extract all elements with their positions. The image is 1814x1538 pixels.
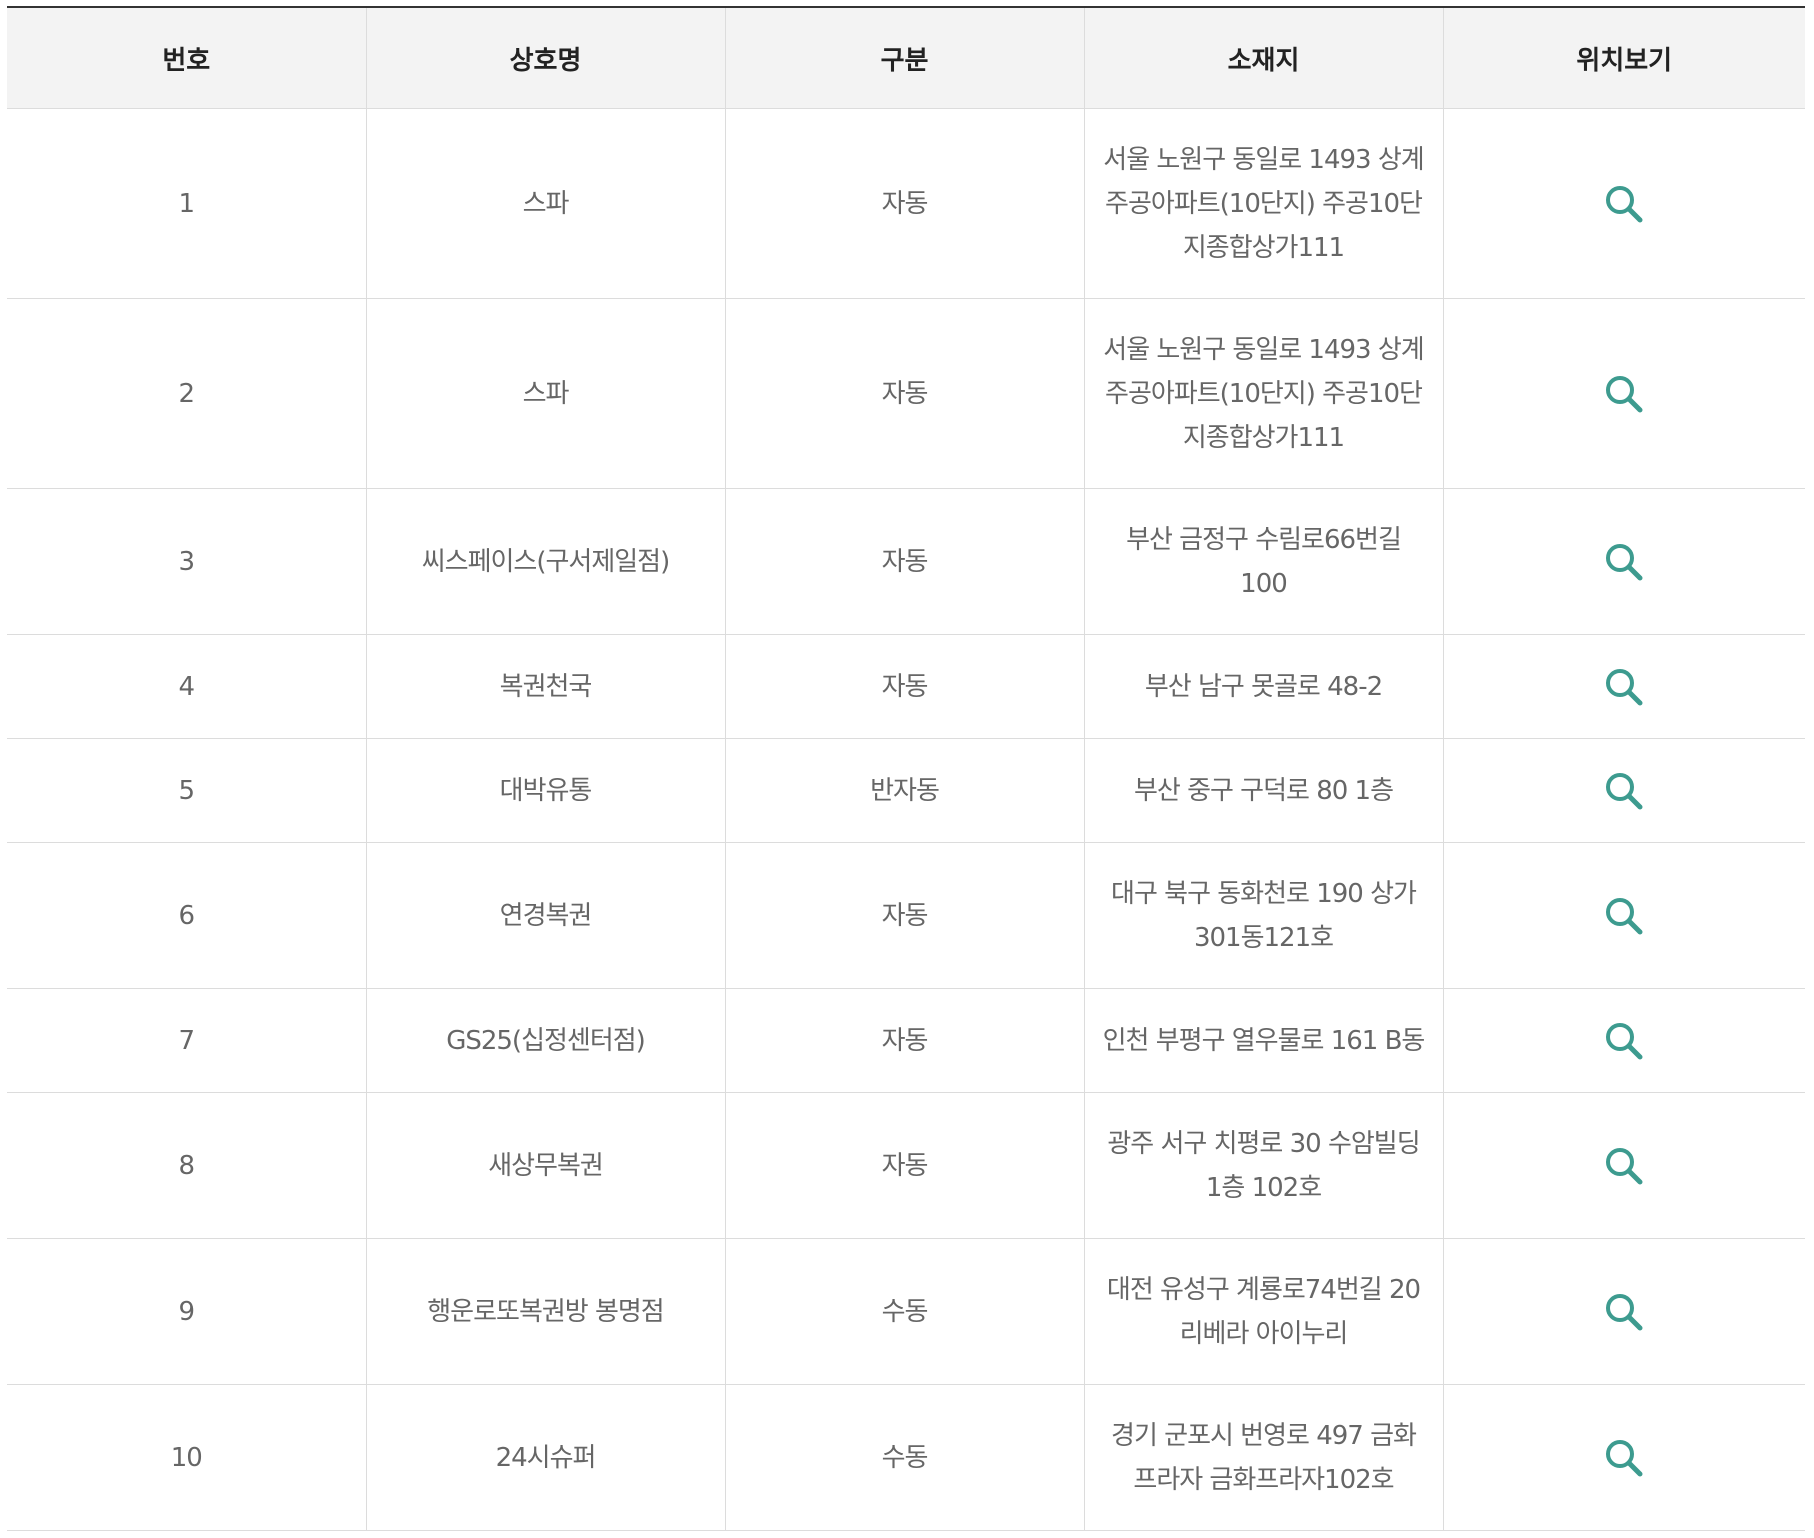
cell-location <box>1443 298 1805 489</box>
cell-location <box>1443 634 1805 739</box>
header-address: 소재지 <box>1084 7 1444 109</box>
search-icon <box>1606 772 1643 810</box>
search-icon <box>1606 1147 1643 1185</box>
view-location-button[interactable] <box>1602 769 1646 813</box>
cell-store-name: 스파 <box>366 298 726 489</box>
search-icon <box>1606 668 1643 706</box>
view-location-button[interactable] <box>1602 1290 1646 1334</box>
cell-store-name: 행운로또복권방 봉명점 <box>366 1238 726 1385</box>
cell-location <box>1443 1092 1805 1239</box>
store-list: 번호 상호명 구분 소재지 위치보기 1 스파 자동 서울 노원구 동일로 14… <box>7 6 1805 1531</box>
cell-location <box>1443 488 1805 635</box>
cell-type: 반자동 <box>725 738 1085 843</box>
cell-number: 3 <box>7 488 367 635</box>
cell-type: 자동 <box>725 634 1085 739</box>
cell-address: 경기 군포시 번영로 497 금화프라자 금화프라자102호 <box>1084 1384 1444 1531</box>
cell-type: 자동 <box>725 108 1085 299</box>
table-row: 7 GS25(십정센터점) 자동 인천 부평구 열우물로 161 B동 <box>7 988 1805 1093</box>
cell-location <box>1443 108 1805 299</box>
table-row: 1 스파 자동 서울 노원구 동일로 1493 상계주공아파트(10단지) 주공… <box>7 108 1805 299</box>
cell-number: 6 <box>7 842 367 989</box>
cell-location <box>1443 1238 1805 1385</box>
header-row: 번호 상호명 구분 소재지 위치보기 <box>7 7 1805 109</box>
cell-address: 부산 중구 구덕로 80 1층 <box>1084 738 1444 843</box>
cell-store-name: 씨스페이스(구서제일점) <box>366 488 726 635</box>
cell-store-name: 연경복권 <box>366 842 726 989</box>
cell-location <box>1443 842 1805 989</box>
store-table: 번호 상호명 구분 소재지 위치보기 1 스파 자동 서울 노원구 동일로 14… <box>7 6 1805 1531</box>
table-row: 4 복권천국 자동 부산 남구 못골로 48-2 <box>7 634 1805 739</box>
cell-address: 서울 노원구 동일로 1493 상계주공아파트(10단지) 주공10단지종합상가… <box>1084 298 1444 489</box>
table-row: 9 행운로또복권방 봉명점 수동 대전 유성구 계룡로74번길 20 리베라 아… <box>7 1238 1805 1385</box>
cell-number: 9 <box>7 1238 367 1385</box>
cell-location <box>1443 988 1805 1093</box>
cell-address: 광주 서구 치평로 30 수암빌딩 1층 102호 <box>1084 1092 1444 1239</box>
cell-location <box>1443 1384 1805 1531</box>
header-number: 번호 <box>7 7 367 109</box>
table-row: 5 대박유통 반자동 부산 중구 구덕로 80 1층 <box>7 738 1805 843</box>
cell-type: 수동 <box>725 1384 1085 1531</box>
search-icon <box>1606 1439 1643 1477</box>
view-location-button[interactable] <box>1602 540 1646 584</box>
cell-address: 대구 북구 동화천로 190 상가301동121호 <box>1084 842 1444 989</box>
cell-type: 수동 <box>725 1238 1085 1385</box>
view-location-button[interactable] <box>1602 372 1646 416</box>
header-type: 구분 <box>725 7 1085 109</box>
search-icon <box>1606 897 1643 935</box>
header-store-name: 상호명 <box>366 7 726 109</box>
table-header: 번호 상호명 구분 소재지 위치보기 <box>7 7 1805 109</box>
cell-type: 자동 <box>725 1092 1085 1239</box>
cell-number: 10 <box>7 1384 367 1531</box>
cell-address: 대전 유성구 계룡로74번길 20 리베라 아이누리 <box>1084 1238 1444 1385</box>
cell-store-name: 24시슈퍼 <box>366 1384 726 1531</box>
table-row: 2 스파 자동 서울 노원구 동일로 1493 상계주공아파트(10단지) 주공… <box>7 298 1805 489</box>
header-location: 위치보기 <box>1443 7 1805 109</box>
cell-type: 자동 <box>725 842 1085 989</box>
cell-address: 서울 노원구 동일로 1493 상계주공아파트(10단지) 주공10단지종합상가… <box>1084 108 1444 299</box>
view-location-button[interactable] <box>1602 1436 1646 1480</box>
cell-number: 7 <box>7 988 367 1093</box>
view-location-button[interactable] <box>1602 894 1646 938</box>
table-row: 3 씨스페이스(구서제일점) 자동 부산 금정구 수림로66번길 100 <box>7 488 1805 635</box>
cell-store-name: GS25(십정센터점) <box>366 988 726 1093</box>
cell-type: 자동 <box>725 988 1085 1093</box>
cell-number: 8 <box>7 1092 367 1239</box>
view-location-button[interactable] <box>1602 665 1646 709</box>
cell-number: 1 <box>7 108 367 299</box>
cell-number: 2 <box>7 298 367 489</box>
cell-store-name: 대박유통 <box>366 738 726 843</box>
cell-store-name: 새상무복권 <box>366 1092 726 1239</box>
cell-store-name: 복권천국 <box>366 634 726 739</box>
search-icon <box>1606 185 1643 223</box>
table-row: 6 연경복권 자동 대구 북구 동화천로 190 상가301동121호 <box>7 842 1805 989</box>
cell-type: 자동 <box>725 298 1085 489</box>
search-icon <box>1606 375 1643 413</box>
cell-type: 자동 <box>725 488 1085 635</box>
search-icon <box>1606 1022 1643 1060</box>
cell-store-name: 스파 <box>366 108 726 299</box>
cell-number: 5 <box>7 738 367 843</box>
view-location-button[interactable] <box>1602 1019 1646 1063</box>
search-icon <box>1606 1293 1643 1331</box>
view-location-button[interactable] <box>1602 182 1646 226</box>
cell-address: 인천 부평구 열우물로 161 B동 <box>1084 988 1444 1093</box>
cell-address: 부산 남구 못골로 48-2 <box>1084 634 1444 739</box>
cell-location <box>1443 738 1805 843</box>
cell-number: 4 <box>7 634 367 739</box>
table-body: 1 스파 자동 서울 노원구 동일로 1493 상계주공아파트(10단지) 주공… <box>7 108 1805 1531</box>
search-icon <box>1606 543 1643 581</box>
table-row: 8 새상무복권 자동 광주 서구 치평로 30 수암빌딩 1층 102호 <box>7 1092 1805 1239</box>
cell-address: 부산 금정구 수림로66번길 100 <box>1084 488 1444 635</box>
view-location-button[interactable] <box>1602 1144 1646 1188</box>
table-row: 10 24시슈퍼 수동 경기 군포시 번영로 497 금화프라자 금화프라자10… <box>7 1384 1805 1531</box>
